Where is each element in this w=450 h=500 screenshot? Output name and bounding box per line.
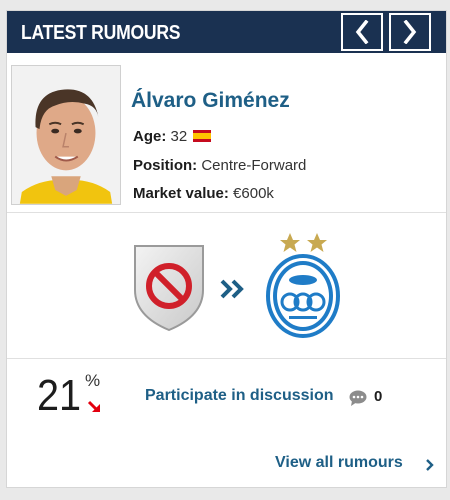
view-all-rumours-link[interactable]: View all rumours: [275, 454, 403, 472]
participate-discussion-link[interactable]: Participate in discussion: [145, 387, 334, 405]
market-value-row: Market value: €600k: [133, 185, 274, 202]
position-value: Centre-Forward: [201, 157, 307, 174]
player-name-link[interactable]: Álvaro Giménez: [131, 89, 290, 113]
transfer-section: [7, 214, 446, 359]
percent-sign: %: [85, 371, 101, 390]
widget-title: LATEST RUMOURS: [21, 22, 181, 44]
position-label: Position:: [133, 157, 198, 174]
chevron-right-icon: [403, 20, 417, 44]
comment-icon: [349, 390, 367, 406]
next-button[interactable]: [389, 13, 431, 51]
market-value-value: €600k: [233, 185, 274, 202]
rumour-stats: 21 % Participate in discussion 0: [7, 359, 446, 439]
widget-header: LATEST RUMOURS: [7, 11, 446, 53]
spain-flag-icon: [193, 130, 212, 142]
chevron-left-icon: [355, 20, 369, 44]
player-portrait-image: [12, 66, 120, 204]
age-value: 32: [170, 128, 188, 145]
comment-count: 0: [374, 388, 383, 405]
chevron-right-icon[interactable]: [425, 458, 435, 472]
age-row: Age: 32: [133, 128, 212, 145]
probability-value: 21: [37, 371, 82, 420]
player-photo[interactable]: [11, 65, 121, 205]
trend-down-icon: [87, 400, 100, 413]
no-club-shield-icon[interactable]: [131, 242, 207, 332]
age-label: Age:: [133, 128, 167, 145]
double-chevron-right-icon: [220, 279, 244, 299]
position-row: Position: Centre-Forward: [133, 157, 306, 174]
esteghlal-crest-icon[interactable]: [265, 254, 341, 338]
club-stars-icon: [280, 233, 327, 252]
rumours-widget: LATEST RUMOURS Álvaro Giménez Age: 32 Po…: [6, 10, 447, 488]
market-value-label: Market value:: [133, 185, 229, 202]
player-card: Álvaro Giménez Age: 32 Position: Centre-…: [7, 53, 446, 213]
previous-button[interactable]: [341, 13, 383, 51]
